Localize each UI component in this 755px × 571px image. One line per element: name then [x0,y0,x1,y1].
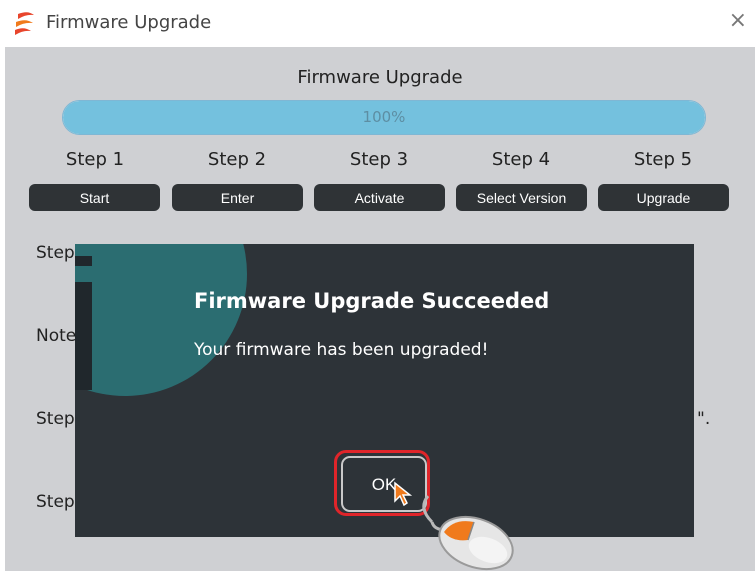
step-5-label: Step 5 [633,149,693,170]
start-button[interactable]: Start [29,184,160,211]
step-3-label: Step 3 [349,149,409,170]
step-2-label: Step 2 [207,149,267,170]
enter-button[interactable]: Enter [172,184,303,211]
select-version-button[interactable]: Select Version [456,184,587,211]
close-icon[interactable]: × [729,10,747,32]
upgrade-button[interactable]: Upgrade [598,184,729,211]
title-bar: Firmware Upgrade × [0,0,755,47]
mouse-icon [422,495,514,571]
info-stem [75,282,92,390]
activate-button[interactable]: Activate [314,184,445,211]
info-dot [75,256,92,266]
step-4-label: Step 4 [491,149,551,170]
dialog-message: Your firmware has been upgraded! [194,340,489,360]
panel-heading: Firmware Upgrade [297,67,463,88]
instruction-label: Step [36,243,75,263]
progress-text: 100% [362,108,406,126]
instruction-label: Step [36,492,75,512]
note-label: Note [36,326,77,346]
step-1-label: Step 1 [65,149,125,170]
dialog-title: Firmware Upgrade Succeeded [194,289,550,313]
info-icon [75,244,247,396]
app-logo-icon [15,12,34,35]
progress-bar: 100% [62,100,706,135]
instruction-label: Step [36,409,75,429]
window-title: Firmware Upgrade [46,12,212,33]
instruction-trailing-text: ". [697,409,711,429]
